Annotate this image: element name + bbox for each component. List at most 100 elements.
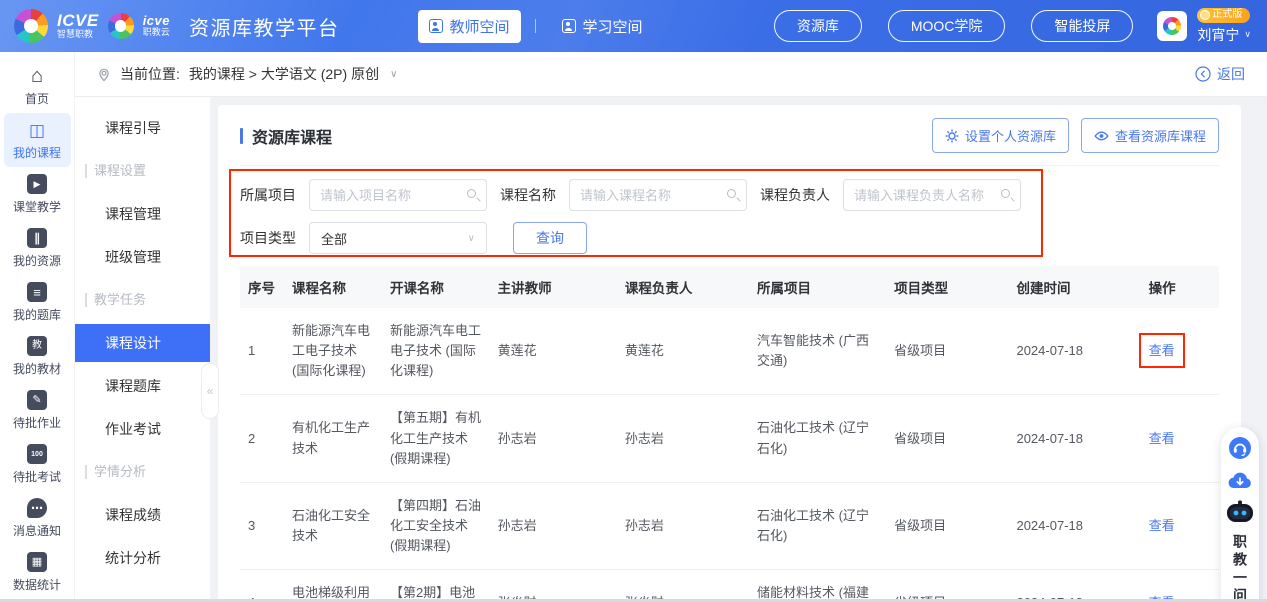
table-header-row: 序号 课程名称 开课名称 主讲教师 课程负责人 所属项目 项目类型 — [240, 266, 1219, 308]
avatar-logo-icon — [1163, 17, 1181, 35]
cell-open-course-name: 【第五期】有机化工生产技术 (假期课程) — [382, 395, 490, 482]
zhijiao-yiwen-button[interactable]: 职教一问 — [1233, 534, 1247, 602]
table-row: 2 有机化工生产技术 【第五期】有机化工生产技术 (假期课程) 孙志岩 孙志岩 … — [240, 395, 1219, 482]
project-type-select[interactable]: 全部 ∨ — [309, 222, 487, 254]
main-content: 资源库课程 设置个人资源库 — [218, 97, 1241, 602]
gear-icon — [945, 129, 959, 143]
rail-item[interactable]: 消息通知 — [4, 491, 71, 545]
column-header: 课程名称 — [284, 266, 382, 308]
back-arrow-icon — [1195, 66, 1211, 82]
column-header: 项目类型 — [886, 266, 1008, 308]
cell-project: 石油化工技术 (辽宁石化) — [749, 482, 886, 569]
rail-item[interactable]: 我的题库 — [4, 275, 71, 329]
table-row: 1 新能源汽车电工电子技术 (国际化课程) 新能源汽车电工电子技术 (国际化课程… — [240, 308, 1219, 395]
icve-zhihuizhijiao-logo: ICVE 智慧职教 — [57, 12, 99, 39]
rail-item[interactable]: 我的课程 — [4, 113, 71, 167]
main-card: 资源库课程 设置个人资源库 — [218, 105, 1241, 602]
app-title: 资源库教学平台 — [189, 12, 340, 41]
course-leader-input[interactable] — [843, 179, 1021, 211]
sidebar-item[interactable]: 课程引导 — [75, 109, 210, 147]
rail-item[interactable]: 我的教材 — [4, 329, 71, 383]
floating-assistant-widget: 职教一问 — [1221, 427, 1259, 602]
sidebar-item[interactable]: 课程管理 — [75, 195, 210, 233]
cell-action: 查看 — [1141, 570, 1219, 602]
location-pin-icon — [97, 67, 111, 82]
column-header: 主讲教师 — [490, 266, 617, 308]
cell-index: 1 — [240, 308, 284, 395]
homework-icon — [27, 390, 47, 410]
search-icon — [1001, 189, 1010, 198]
space-tab[interactable]: 教师空间 — [418, 10, 521, 43]
cell-project: 石油化工技术 (辽宁石化) — [749, 395, 886, 482]
rail-item[interactable]: 首页 — [4, 59, 71, 113]
play-video-icon — [27, 174, 47, 194]
header-pill-button[interactable]: 资源库 — [774, 10, 862, 42]
rail-item[interactable]: 我的资源 — [4, 221, 71, 275]
query-button[interactable]: 查询 — [513, 222, 587, 254]
cloud-download-icon[interactable] — [1227, 469, 1253, 491]
library-icon — [27, 228, 47, 248]
header-pill-button[interactable]: MOOC学院 — [888, 10, 1006, 42]
chevron-down-icon: ∨ — [468, 233, 475, 244]
column-header: 操作 — [1141, 266, 1219, 308]
cell-course-name: 电池梯级利用与循环 — [284, 570, 382, 602]
cell-project: 汽车智能技术 (广西交通) — [749, 308, 886, 395]
column-header: 课程负责人 — [617, 266, 749, 308]
column-header: 所属项目 — [749, 266, 886, 308]
cell-teacher: 孙志岩 — [490, 482, 617, 569]
breadcrumb: 当前位置: 我的课程 > 大学语文 (2P) 原创 ∨ — [97, 64, 397, 84]
course-name-input[interactable] — [569, 179, 747, 211]
set-personal-repository-button[interactable]: 设置个人资源库 — [932, 118, 1069, 153]
avatar[interactable] — [1157, 11, 1187, 41]
sidebar-item[interactable]: 班级管理 — [75, 238, 210, 276]
cell-index: 4 — [240, 570, 284, 602]
rail-item[interactable]: 待批作业 — [4, 383, 71, 437]
sidebar-item[interactable]: 课程设计 — [75, 324, 210, 362]
rail-item[interactable]: 待批考试 — [4, 437, 71, 491]
project-name-input[interactable] — [309, 179, 487, 211]
brand-area: ICVE 智慧职教 icve 职教云 资源库教学平台 — [14, 9, 340, 43]
sidebar-item: 课程设置 — [75, 152, 210, 190]
breadcrumb-label: 当前位置: — [120, 64, 180, 84]
breadcrumb-path[interactable]: 我的课程 > 大学语文 (2P) 原创 — [189, 64, 379, 84]
cell-open-course-name: 【第四期】石油化工安全技术 (假期课程) — [382, 482, 490, 569]
customer-service-icon[interactable] — [1228, 436, 1252, 460]
cell-course-name: 有机化工生产技术 — [284, 395, 382, 482]
user-area: 正式版 刘宵宁 ∨ — [1157, 8, 1251, 45]
header-pill-button[interactable]: 智能投屏 — [1031, 10, 1133, 42]
cell-open-course-name: 新能源汽车电工电子技术 (国际化课程) — [382, 308, 490, 395]
view-link[interactable]: 查看 — [1149, 518, 1175, 533]
course-filter-label: 课程名称 — [500, 185, 556, 205]
view-repository-courses-button[interactable]: 查看资源库课程 — [1081, 118, 1219, 153]
rail-item[interactable]: 数据统计 — [4, 545, 71, 599]
student-space-icon — [562, 19, 576, 33]
page-title: 资源库课程 — [240, 124, 332, 148]
cell-teacher: 黄莲花 — [490, 308, 617, 395]
cell-index: 2 — [240, 395, 284, 482]
cell-project-type: 省级项目 — [886, 482, 1008, 569]
sidebar-item[interactable]: 作业考试 — [75, 410, 210, 448]
app-header: ICVE 智慧职教 icve 职教云 资源库教学平台 教师空间 学习空间 — [0, 0, 1267, 52]
robot-icon[interactable] — [1225, 500, 1255, 525]
view-link[interactable]: 查看 — [1149, 343, 1175, 358]
chevron-down-icon[interactable]: ∨ — [390, 69, 397, 80]
rail-item[interactable]: 课堂教学 — [4, 167, 71, 221]
course-sidebar: 课程引导 课程设置 课程管理 班级管理 教学任务 课程设计 课程题库 — [75, 97, 210, 602]
cell-project: 储能材料技术 (福建水利) — [749, 570, 886, 602]
sidebar-item[interactable]: 统计分析 — [75, 539, 210, 577]
exam-icon — [27, 444, 47, 464]
course-table: 序号 课程名称 开课名称 主讲教师 课程负责人 所属项目 项目类型 — [240, 266, 1219, 602]
sidebar-item[interactable]: 课程成绩 — [75, 496, 210, 534]
search-icon — [727, 189, 736, 198]
column-header: 开课名称 — [382, 266, 490, 308]
cell-teacher: 孙志岩 — [490, 395, 617, 482]
sidebar-collapse-handle[interactable]: « — [201, 363, 219, 419]
space-tab[interactable]: 学习空间 — [551, 10, 654, 43]
cell-action: 查看 — [1141, 308, 1219, 395]
teacher-space-icon — [429, 19, 443, 33]
cell-created-time: 2024-07-18 — [1008, 570, 1140, 602]
sidebar-item[interactable]: 课程题库 — [75, 367, 210, 405]
view-link[interactable]: 查看 — [1149, 431, 1175, 446]
user-menu[interactable]: 刘宵宁 ∨ — [1197, 25, 1251, 45]
back-button[interactable]: 返回 — [1195, 64, 1245, 84]
